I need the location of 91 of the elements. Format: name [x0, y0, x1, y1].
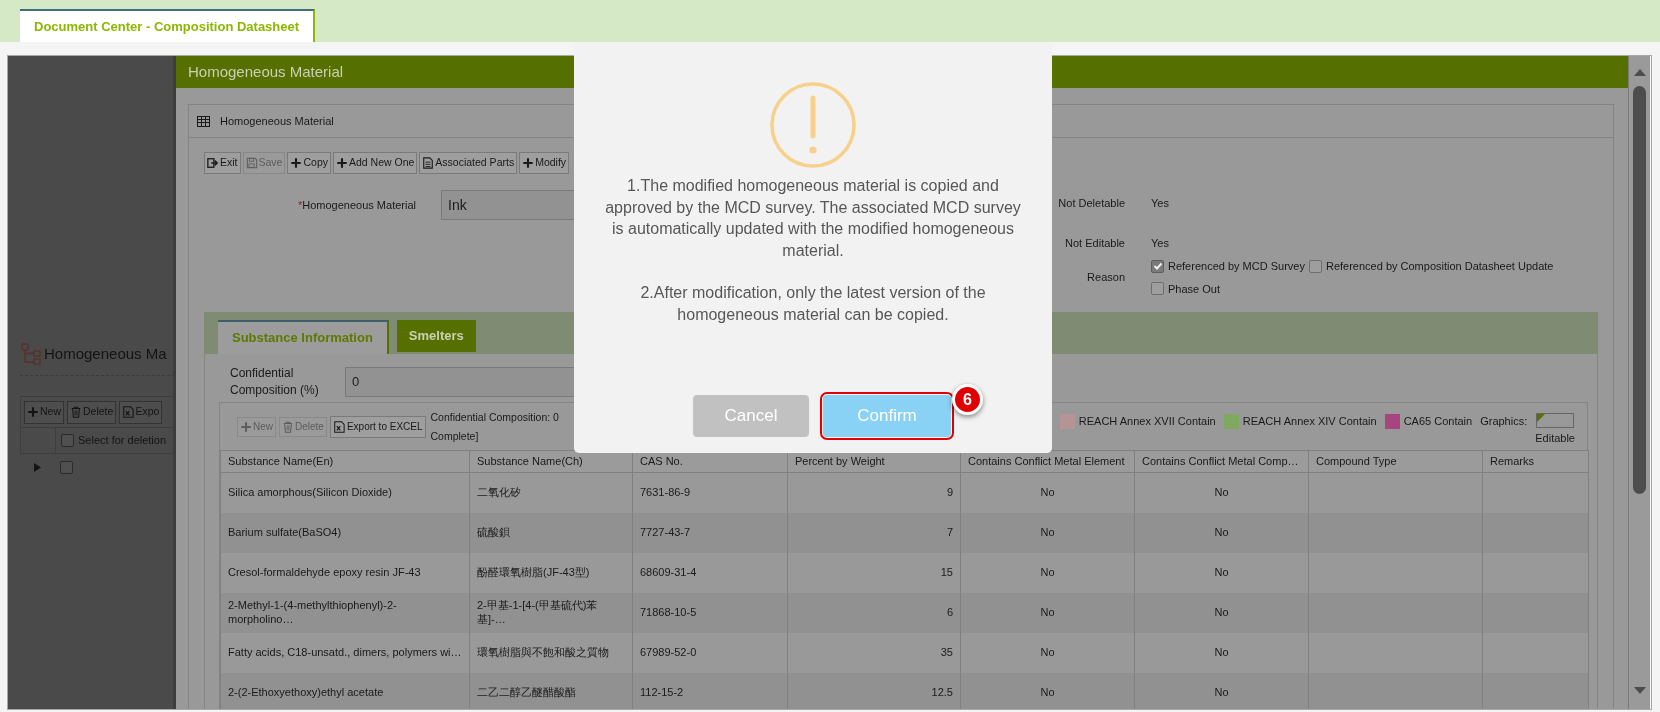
- table-cell: No: [1134, 592, 1309, 633]
- table-cell: No: [1134, 632, 1309, 673]
- scroll-up-arrow-icon: [1633, 69, 1646, 76]
- table-cell: 2-甲基-1-[4-(甲基硫代)苯基]-…: [469, 592, 633, 633]
- checkbox-label: Referenced by MCD Survey: [1168, 259, 1305, 274]
- table-cell: 2-Methyl-1-(4-methylthiophenyl)-2-morpholino…: [220, 592, 470, 633]
- table-cell: No: [1134, 472, 1309, 513]
- field-label: Not Editable: [1064, 235, 1125, 251]
- plus-icon: [335, 157, 348, 169]
- table-cell: No: [960, 472, 1135, 513]
- field-label: Not Deletable: [1057, 195, 1125, 211]
- field-label: *Homogeneous Material: [297, 197, 416, 213]
- table-cell: Silica amorphous(Silicon Dioxide): [220, 472, 470, 513]
- table-cell: No: [960, 632, 1135, 673]
- editable-marker-icon: [1536, 413, 1575, 428]
- exit-icon: [207, 157, 219, 169]
- plus-icon: [290, 157, 303, 169]
- table-cell: 二乙二醇乙醚醋酸酯: [469, 672, 633, 709]
- legend-label: Editable: [1535, 431, 1575, 446]
- table-cell: 9: [787, 472, 961, 513]
- toolbar-button[interactable]: Associated Parts: [419, 152, 518, 174]
- checkbox[interactable]: [1308, 259, 1322, 273]
- table-cell: 7631-86-9: [632, 472, 788, 513]
- spreadsheet-icon: [332, 420, 345, 433]
- column-header[interactable]: Contains Conflict Metal Comp…: [1134, 450, 1309, 473]
- toolbar-button[interactable]: Copy: [287, 152, 331, 174]
- table-cell: 2-(2-Ethoxyethoxy)ethyl acetate: [220, 672, 470, 709]
- table-cell: 112-15-2: [632, 672, 788, 709]
- legend-label: Graphics:: [1480, 414, 1528, 429]
- dialog-message: 2.After modification, only the latest version of the homogeneous material can be copied.: [639, 283, 987, 325]
- column-header[interactable]: Remarks: [1482, 450, 1589, 473]
- table-cell: 二氧化矽: [469, 472, 633, 513]
- table-cell: 硫酸鋇: [469, 512, 633, 553]
- checkbox[interactable]: [60, 461, 73, 474]
- checkbox[interactable]: [1151, 259, 1164, 273]
- status-text: Complete]: [430, 428, 480, 444]
- table-cell: 71868-10-5: [632, 592, 788, 633]
- legend-label: CA65 Contain: [1403, 414, 1473, 429]
- field-value: Yes: [1151, 235, 1169, 251]
- field-label: Reason: [1086, 270, 1125, 286]
- checkbox[interactable]: [1151, 282, 1164, 296]
- tab[interactable]: Smelters: [396, 320, 476, 352]
- document-icon: [422, 157, 435, 169]
- table-cell: No: [960, 512, 1135, 553]
- toolbar-button[interactable]: Modify: [519, 152, 570, 174]
- table-cell: 35: [787, 632, 961, 673]
- plus-icon: [27, 406, 39, 418]
- scroll-down-arrow-icon: [1633, 687, 1646, 694]
- status-text: Confidential Composition: 0: [430, 409, 559, 425]
- table-cell: 15: [787, 552, 961, 593]
- table-cell: 酚醛環氧樹脂(JF-43型): [469, 552, 633, 593]
- spreadsheet-icon: [122, 406, 135, 418]
- table-cell: 6: [787, 592, 961, 633]
- table-cell: Barium sulfate(BaSO4): [220, 512, 470, 553]
- table-cell: Cresol-formaldehyde epoxy resin JF-43: [220, 552, 470, 593]
- table-cell: No: [960, 672, 1135, 709]
- field-value: Yes: [1151, 195, 1169, 211]
- table-cell: No: [960, 552, 1135, 593]
- scrollbar-thumb[interactable]: [1633, 86, 1646, 494]
- plus-icon: [522, 157, 535, 169]
- table-cell: 12.5: [787, 672, 961, 709]
- warning-icon: [770, 82, 856, 168]
- table-cell: 67989-52-0: [632, 632, 788, 673]
- table-cell: 7: [787, 512, 961, 553]
- table-cell: 7727-43-7: [632, 512, 788, 553]
- field-label: Confidential Composition (%): [229, 365, 320, 399]
- legend-label: REACH Annex XVII Contain: [1078, 414, 1216, 429]
- legend-label: REACH Annex XIV Contain: [1242, 414, 1377, 429]
- column-header[interactable]: Compound Type: [1308, 450, 1483, 473]
- table-cell: Fatty acids, C18-unsatd., dimers, polymers wi…: [220, 632, 470, 673]
- table-cell: No: [1134, 552, 1309, 593]
- scrollbar[interactable]: [1628, 56, 1650, 709]
- table-cell: No: [1134, 512, 1309, 553]
- trash-icon: [282, 420, 294, 433]
- hierarchy-icon: [20, 343, 42, 365]
- table-cell: No: [960, 592, 1135, 633]
- table-icon: [197, 115, 210, 127]
- column-header[interactable]: Substance Name(En): [220, 450, 470, 473]
- checkbox[interactable]: [61, 434, 74, 447]
- table-cell: No: [1134, 672, 1309, 709]
- toolbar-button[interactable]: Exit: [204, 152, 241, 174]
- panel-title: Homogeneous Material: [220, 113, 334, 129]
- checkbox-label: Referenced by Composition Datasheet Update: [1325, 259, 1554, 274]
- trash-icon: [70, 406, 82, 418]
- caret-right-icon: [34, 463, 41, 472]
- plus-icon: [240, 420, 252, 433]
- table-cell: 環氧樹脂與不飽和酸之質物: [469, 632, 633, 673]
- checkbox-label: Phase Out: [1168, 281, 1220, 297]
- toolbar-button[interactable]: Export to EXCEL: [329, 415, 426, 438]
- table-cell: 68609-31-4: [632, 552, 788, 593]
- toolbar-button[interactable]: Add New One: [332, 152, 418, 174]
